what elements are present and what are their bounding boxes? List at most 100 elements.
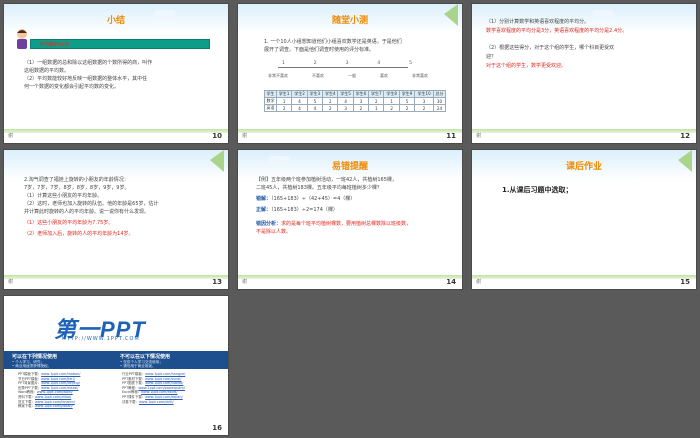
- table-cell: 30: [432, 97, 447, 105]
- resource-link-url[interactable]: www.1ppt.com/excel/: [141, 390, 177, 394]
- resource-link-url[interactable]: www.1ppt.com/beijing/: [41, 381, 80, 385]
- slide-thumbnail-10[interactable]: 小结 平均数的认识 （1）一组数据的总和除以这组数据的个数所得的商，叫作 这组数据…: [3, 3, 229, 144]
- slide-thumbnail-13[interactable]: 2.淘气调查了福娃上旋转的小朋友的年龄情况： 7岁，7岁，7岁，8岁，8岁，8岁…: [3, 149, 229, 290]
- table-cell: 学生7: [368, 90, 385, 98]
- table-cell: 2: [352, 104, 370, 112]
- slide-number: 11: [446, 132, 456, 140]
- slide-thumbnail-12[interactable]: （1）分别计算数学和英语喜欢程度的平均分。 数学喜欢程度的平均分是3分，英语喜欢…: [471, 3, 697, 144]
- resource-link-url[interactable]: www.1ppt.com/moban/: [41, 372, 80, 376]
- resource-link-label: 行业PPT模板：: [122, 372, 146, 376]
- resource-link-label: PPT素材下载：: [122, 376, 146, 381]
- grass-decoration: [472, 275, 696, 279]
- table-cell: 2: [322, 97, 339, 105]
- table-cell: 4: [337, 97, 354, 105]
- table-cell: 3: [414, 97, 434, 105]
- slide-number: 16: [212, 424, 222, 432]
- table-cell: 5: [398, 97, 416, 105]
- resource-link-url[interactable]: www.1ppt.com/jieri/: [41, 377, 75, 381]
- resource-link-url[interactable]: www.1ppt.com/ziliao/: [35, 395, 71, 399]
- table-cell: 5: [306, 97, 324, 105]
- slide-footer: 谢: [8, 133, 14, 139]
- grass-decoration: [238, 275, 462, 279]
- resource-link-label: 试卷下载：: [122, 399, 139, 404]
- resource-link-item[interactable]: 教案下载：www.1ppt.com/jiaoan/: [18, 404, 80, 409]
- table-cell: 学生9: [398, 90, 416, 98]
- table-cell: 学生5: [337, 90, 354, 98]
- survey-table: 学生 学生1 学生2 学生3 学生4 学生5 学生6 学生7 学生8 学生9 学生10 总分 数学 1 4 5…: [264, 90, 447, 112]
- table-cell: 3: [352, 97, 370, 105]
- slide-footer: 谢: [8, 279, 14, 285]
- forbidden-heading: 不可以在以下情况使用: [120, 354, 171, 360]
- table-cell: 1: [275, 97, 293, 105]
- slide-body: 1. 一个10人小组想知道他们小组喜欢数学还是英语，于是他们 展开了调查。下面是他…: [264, 39, 402, 53]
- slide-thumbnail-11[interactable]: 随堂小测 1. 一个10人小组想知道他们小组喜欢数学还是英语，于是他们 展开了调查…: [237, 3, 463, 144]
- slide-number: 10: [212, 132, 222, 140]
- table-cell: 2: [383, 104, 400, 112]
- resource-link-label: Excel教程：: [122, 390, 142, 395]
- slide-number: 14: [446, 278, 456, 286]
- resource-link-url[interactable]: www.1ppt.com/sucai/: [145, 377, 181, 381]
- resource-link-label: 资料下载：: [18, 394, 35, 399]
- teacher-avatar-icon: [17, 29, 27, 49]
- table-cell: 学生1: [275, 90, 293, 98]
- slide-thumbnail-14[interactable]: 易错提醒 【例】五年级两个班参加植树活动，一班42人，共植树165棵， 二班45…: [237, 149, 463, 290]
- slide-title: 易错提醒: [331, 162, 368, 172]
- slide-footer: 谢: [242, 133, 248, 139]
- table-row: 英语 2 4 4 2 3 2 1 2 2 2 24: [264, 104, 447, 112]
- table-cell: 学生3: [306, 90, 324, 98]
- resource-link-label: 范文下载：: [18, 399, 35, 404]
- resource-link-item[interactable]: 试卷下载：www.1ppt.com/shiti/: [122, 400, 185, 405]
- table-cell: 2: [322, 104, 339, 112]
- resource-link-url[interactable]: www.1ppt.com/tubiao/: [145, 381, 183, 385]
- table-row: 数学 1 4 5 2 4 3 2 1 5 3 30: [264, 97, 447, 105]
- resource-links-left: PPT模板下载：www.1ppt.com/moban/节日PPT模板：www.1…: [18, 372, 80, 409]
- ad-header: 第一PPT HTTP://WWW.1PPT.COM: [4, 296, 228, 351]
- resource-link-url[interactable]: www.1ppt.com/hangye/: [145, 372, 185, 376]
- resource-links-right: 行业PPT模板：www.1ppt.com/hangye/PPT素材下载：www.…: [122, 372, 185, 404]
- table-row: 学生 学生1 学生2 学生3 学生4 学生5 学生6 学生7 学生8 学生9 学生10 总分: [264, 90, 447, 98]
- table-cell: 4: [291, 104, 308, 112]
- resource-link-url[interactable]: www.1ppt.com/kejian/: [145, 395, 183, 399]
- table-cell: 2: [368, 97, 385, 105]
- resource-link-url[interactable]: www.1ppt.com/shiti/: [139, 400, 174, 404]
- resource-link-url[interactable]: www.1ppt.com/jiaoan/: [35, 404, 73, 408]
- grass-decoration: [472, 129, 696, 133]
- rating-scale-labels: 非常不喜欢 不喜欢 一般 喜欢 非常喜欢: [268, 73, 428, 78]
- table-cell: 学生10: [414, 90, 434, 98]
- table-cell: 学生2: [291, 90, 308, 98]
- tree-decoration-icon: [210, 150, 224, 172]
- table-cell: 4: [306, 104, 324, 112]
- slide-number: 13: [212, 278, 222, 286]
- slide-footer: 谢: [476, 279, 482, 285]
- grass-decoration: [4, 275, 228, 279]
- slide-body: 【例】五年级两个班参加植树活动，一班42人，共植树165棵， 二班45人，共植树…: [256, 177, 412, 235]
- slide-body: 1.从课后习题中选取；: [502, 186, 573, 194]
- slide-thumbnail-15[interactable]: 课后作业 1.从课后习题中选取； 谢 15: [471, 149, 697, 290]
- resource-link-label: 节日PPT模板：: [18, 376, 42, 381]
- site-url: HTTP://WWW.1PPT.COM: [62, 336, 140, 342]
- slide-title: 课后作业: [565, 162, 602, 172]
- slide-title: 小结: [106, 16, 125, 26]
- resource-link-url[interactable]: www.1ppt.com/fanwen/: [35, 400, 75, 404]
- resource-link-label: PPT课件下载：: [122, 394, 146, 399]
- resource-link-url[interactable]: www.1ppt.com/word/: [37, 390, 73, 394]
- table-cell: 学生6: [352, 90, 370, 98]
- table-cell: 24: [432, 104, 447, 112]
- slide-thumbnail-16[interactable]: 第一PPT HTTP://WWW.1PPT.COM 可以在下列情况使用 不可以在…: [3, 295, 229, 436]
- table-cell: 1: [383, 97, 400, 105]
- grass-decoration: [4, 129, 228, 133]
- grass-decoration: [238, 129, 462, 133]
- table-cell: 2: [398, 104, 416, 112]
- forbidden-notes: • 仅供个人学习交流使用； • 请勿用于商业用途。: [120, 360, 163, 368]
- table-cell: 3: [337, 104, 354, 112]
- slide-number: 15: [680, 278, 690, 286]
- resource-link-label: PPT模板下载：: [18, 372, 42, 376]
- slide-title: 随堂小测: [331, 16, 368, 26]
- section-badge: 平均数的认识: [30, 39, 210, 49]
- slide-footer: 谢: [476, 133, 482, 139]
- usage-bar: 可以在下列情况使用 不可以在以下情况使用 • 个人学习、研究； • 商业用途须获得…: [4, 351, 228, 369]
- slide-footer: 谢: [242, 279, 248, 285]
- table-cell: 总分: [432, 90, 447, 98]
- cloud-decoration: [592, 10, 614, 18]
- allowed-heading: 可以在下列情况使用: [12, 354, 58, 360]
